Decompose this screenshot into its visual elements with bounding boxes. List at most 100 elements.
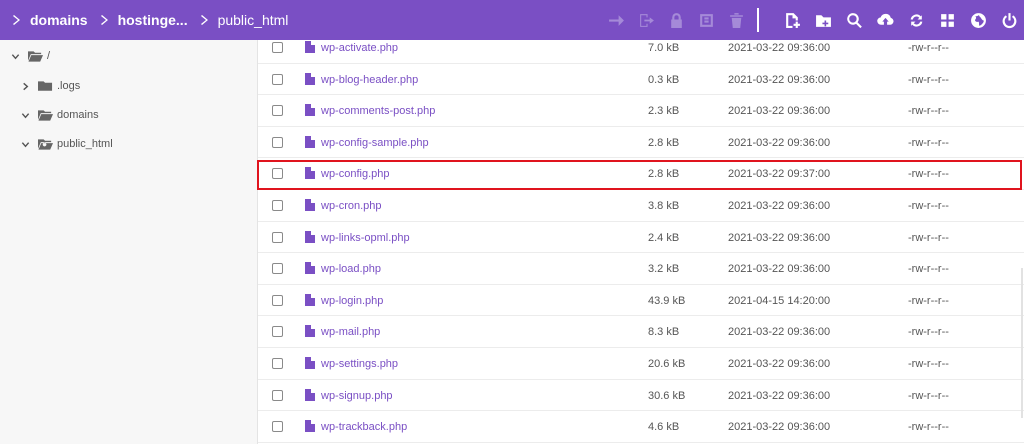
- row-checkbox[interactable]: [272, 263, 283, 275]
- new-folder-icon[interactable]: [811, 8, 835, 32]
- file-permissions: -rw-r--r--: [908, 42, 949, 54]
- file-icon: [305, 325, 315, 338]
- lock-icon[interactable]: [664, 8, 688, 32]
- table-row[interactable]: wp-comments-post.php 2.3 kB 2021-03-22 09:…: [258, 95, 1024, 127]
- row-checkbox[interactable]: [272, 168, 283, 180]
- table-row[interactable]: wp-login.php 43.9 kB 2021-04-15 14:20:00 -r…: [258, 285, 1024, 317]
- chevron-down-icon[interactable]: [20, 139, 30, 149]
- file-icon: [305, 135, 315, 148]
- grid-view-icon[interactable]: [935, 8, 959, 32]
- table-row[interactable]: wp-signup.php 30.6 kB 2021-03-22 09:36:00 -…: [258, 380, 1024, 412]
- file-name[interactable]: wp-comments-post.php: [321, 105, 435, 117]
- table-row[interactable]: wp-links-opml.php 2.4 kB 2021-03-22 09:36:…: [258, 222, 1024, 254]
- file-permissions: -rw-r--r--: [908, 421, 949, 434]
- file-permissions: -rw-r--r--: [908, 326, 949, 339]
- move-icon[interactable]: [604, 8, 628, 32]
- file-name[interactable]: wp-links-opml.php: [321, 232, 410, 244]
- file-size: 4.6 kB: [648, 421, 680, 434]
- file-name[interactable]: wp-config-sample.php: [321, 137, 429, 149]
- globe-icon[interactable]: [966, 8, 990, 32]
- folder-open-icon: [28, 49, 44, 63]
- row-checkbox[interactable]: [272, 358, 283, 369]
- trash-icon[interactable]: [724, 8, 748, 32]
- table-row[interactable]: wp-activate.php 7.0 kB 2021-03-22 09:36:00…: [258, 40, 1024, 64]
- breadcrumb: domains hostinge... public_html: [0, 0, 298, 40]
- file-name[interactable]: wp-config.php: [321, 168, 390, 180]
- table-row[interactable]: wp-config-sample.php 2.8 kB 2021-03-22 09:…: [258, 127, 1024, 159]
- file-name[interactable]: wp-signup.php: [321, 390, 393, 402]
- file-name[interactable]: wp-load.php: [321, 263, 381, 275]
- chevron-right-icon: [98, 13, 112, 27]
- breadcrumb-item-public-html[interactable]: public_html: [218, 12, 289, 28]
- toolbar-divider: [757, 8, 759, 32]
- archive-icon[interactable]: [694, 8, 718, 32]
- file-name[interactable]: wp-trackback.php: [321, 421, 407, 433]
- tree-item-label: domains: [57, 109, 99, 121]
- table-row[interactable]: wp-load.php 3.2 kB 2021-03-22 09:36:00 -rw-…: [258, 253, 1024, 285]
- row-checkbox[interactable]: [272, 73, 283, 85]
- file-name[interactable]: wp-settings.php: [321, 358, 398, 370]
- file-icon: [305, 357, 315, 369]
- table-row[interactable]: wp-blog-header.php 0.3 kB 2021-03-22 09:36…: [258, 64, 1024, 96]
- breadcrumb-item-domains[interactable]: domains: [30, 12, 88, 28]
- row-checkbox[interactable]: [272, 421, 283, 433]
- file-icon: [305, 199, 315, 211]
- new-file-icon[interactable]: [780, 8, 804, 32]
- file-modified: 2021-03-22 09:36:00: [728, 358, 831, 370]
- file-size: 3.2 kB: [648, 263, 680, 276]
- upload-icon[interactable]: [873, 8, 897, 32]
- rename-icon[interactable]: [634, 8, 658, 32]
- row-checkbox[interactable]: [272, 294, 283, 306]
- file-modified: 2021-03-22 09:36:00: [728, 326, 831, 339]
- power-icon[interactable]: [997, 8, 1021, 32]
- file-size: 3.8 kB: [648, 200, 680, 212]
- tree-item-label: public_html: [57, 138, 113, 150]
- global-actions-toolbar: [780, 0, 1024, 40]
- file-name[interactable]: wp-activate.php: [321, 42, 398, 54]
- file-size: 43.9 kB: [648, 294, 686, 307]
- table-row[interactable]: wp-settings.php 20.6 kB 2021-03-22 09:36:0…: [258, 348, 1024, 380]
- row-checkbox[interactable]: [272, 326, 283, 338]
- row-checkbox[interactable]: [272, 200, 283, 211]
- file-icon: [305, 420, 315, 433]
- file-name[interactable]: wp-cron.php: [321, 200, 382, 212]
- file-modified: 2021-03-22 09:36:00: [728, 389, 831, 402]
- file-modified: 2021-03-22 09:36:00: [728, 231, 831, 244]
- table-row[interactable]: wp-config.php 2.8 kB 2021-03-22 09:37:00 -r…: [258, 158, 1024, 190]
- file-size: 2.8 kB: [648, 168, 680, 181]
- chevron-down-icon[interactable]: [20, 110, 30, 120]
- file-permissions: -rw-r--r--: [908, 263, 949, 276]
- row-checkbox[interactable]: [272, 389, 283, 401]
- file-modified: 2021-03-22 09:37:00: [728, 168, 831, 181]
- file-name[interactable]: wp-blog-header.php: [321, 74, 418, 86]
- tree-item-label: /: [47, 50, 51, 62]
- breadcrumb-item-hosting[interactable]: hostinge...: [118, 12, 188, 28]
- file-icon: [305, 167, 315, 180]
- tree-item-logs[interactable]: .logs: [20, 76, 80, 96]
- table-row[interactable]: wp-mail.php 8.3 kB 2021-03-22 09:36:00 -rw-…: [258, 316, 1024, 348]
- row-checkbox[interactable]: [272, 42, 283, 53]
- tree-item-domains[interactable]: domains: [20, 105, 99, 125]
- chevron-right-icon[interactable]: [20, 81, 30, 91]
- row-checkbox[interactable]: [272, 105, 283, 117]
- row-checkbox[interactable]: [272, 231, 283, 243]
- file-name[interactable]: wp-login.php: [321, 295, 383, 307]
- file-name[interactable]: wp-mail.php: [321, 326, 380, 338]
- file-size: 8.3 kB: [648, 326, 680, 339]
- tree-item-public-html[interactable]: public_html: [20, 134, 113, 154]
- file-permissions: -rw-r--r--: [908, 73, 949, 86]
- file-icon: [305, 41, 315, 53]
- table-row[interactable]: wp-cron.php 3.8 kB 2021-03-22 09:36:00 -rw-…: [258, 190, 1024, 222]
- file-size: 2.3 kB: [648, 105, 680, 118]
- search-icon[interactable]: [842, 8, 866, 32]
- file-permissions: -rw-r--r--: [908, 136, 949, 149]
- refresh-icon[interactable]: [904, 8, 928, 32]
- table-row[interactable]: wp-trackback.php 4.6 kB 2021-03-22 09:36:0…: [258, 411, 1024, 443]
- tree-item-root[interactable]: /: [10, 46, 50, 66]
- chevron-right-icon: [10, 13, 24, 27]
- file-actions-toolbar: [604, 0, 754, 40]
- file-icon: [305, 230, 315, 243]
- row-checkbox[interactable]: [272, 136, 283, 148]
- scrollbar[interactable]: [1021, 268, 1023, 418]
- chevron-down-icon[interactable]: [10, 51, 20, 61]
